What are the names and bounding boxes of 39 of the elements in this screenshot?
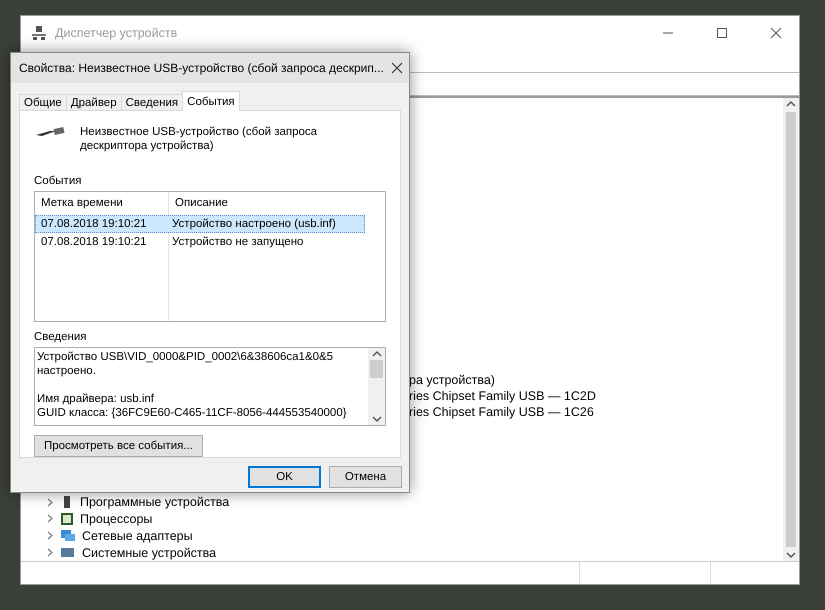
column-header[interactable]: Метка времени [35,192,169,214]
close-icon [770,27,782,39]
tab[interactable]: Драйвер [66,94,122,111]
event-row[interactable]: 07.08.2018 19:10:21 Устройство настроено (usb.inf) [35,215,365,233]
chip-icon [60,512,74,526]
table-cell-text: Устройство не запущено [171,236,304,248]
tree-item[interactable]: ries Chipset Family USB — 1C26 [409,404,594,419]
details-field[interactable]: Устройство USB\VID_0000&PID_0002\6&38606ca1&0&5 настроено. Имя драйвера: usb.inf GUID класса: {36FC9E60-C465-11CF-8056-444553540000} [34,347,386,426]
dialog-button[interactable]: OK [248,466,321,488]
table-cell-text: 07.08.2018 19:10:21 [40,236,148,248]
device-name: Неизвестное USB-устройство (сбой запроса дескриптора устройства) [80,125,318,153]
section-label: Сведения [34,331,88,343]
close-icon[interactable] [391,62,403,74]
view-all-events-button[interactable]: Просмотреть все события... [34,435,203,457]
tab[interactable]: События [182,91,240,111]
tab[interactable]: Сведения [120,94,184,111]
computer-icon [31,25,47,41]
maximize-icon [716,27,728,39]
section-label: События [34,175,82,187]
tree-item[interactable]: ries Chipset Family USB — 1C2D [409,388,596,403]
tree-item[interactable]: Сетевые адаптеры [82,528,193,543]
dialog-button[interactable]: Отмена [329,466,402,488]
dialog-title: Свойства: Неизвестное USB-устройство (сбой запроса дескрип... [19,61,385,75]
scroll-thumb[interactable] [786,112,796,547]
scrollbar[interactable] [368,348,385,425]
tree-item[interactable]: Процессоры [80,512,152,526]
column-header[interactable]: Описание [169,192,369,214]
scroll-thumb[interactable] [370,360,383,378]
tree-item[interactable]: ра устройства) [409,372,495,387]
window-title: Диспетчер устройств [55,26,178,40]
table-cell-text: 07.08.2018 19:10:21 [40,218,148,230]
tab[interactable]: Общие [19,94,67,111]
computer-icon [60,546,76,560]
monitor-icon [60,528,76,543]
tree-item[interactable]: Программные устройства [80,495,230,510]
tree-item[interactable]: Системные устройства [82,546,216,560]
event-row[interactable]: 07.08.2018 19:10:21 Устройство не запущено [35,233,365,251]
table-cell-text: Устройство настроено (usb.inf) [171,218,337,230]
scrollbar[interactable] [783,98,799,561]
